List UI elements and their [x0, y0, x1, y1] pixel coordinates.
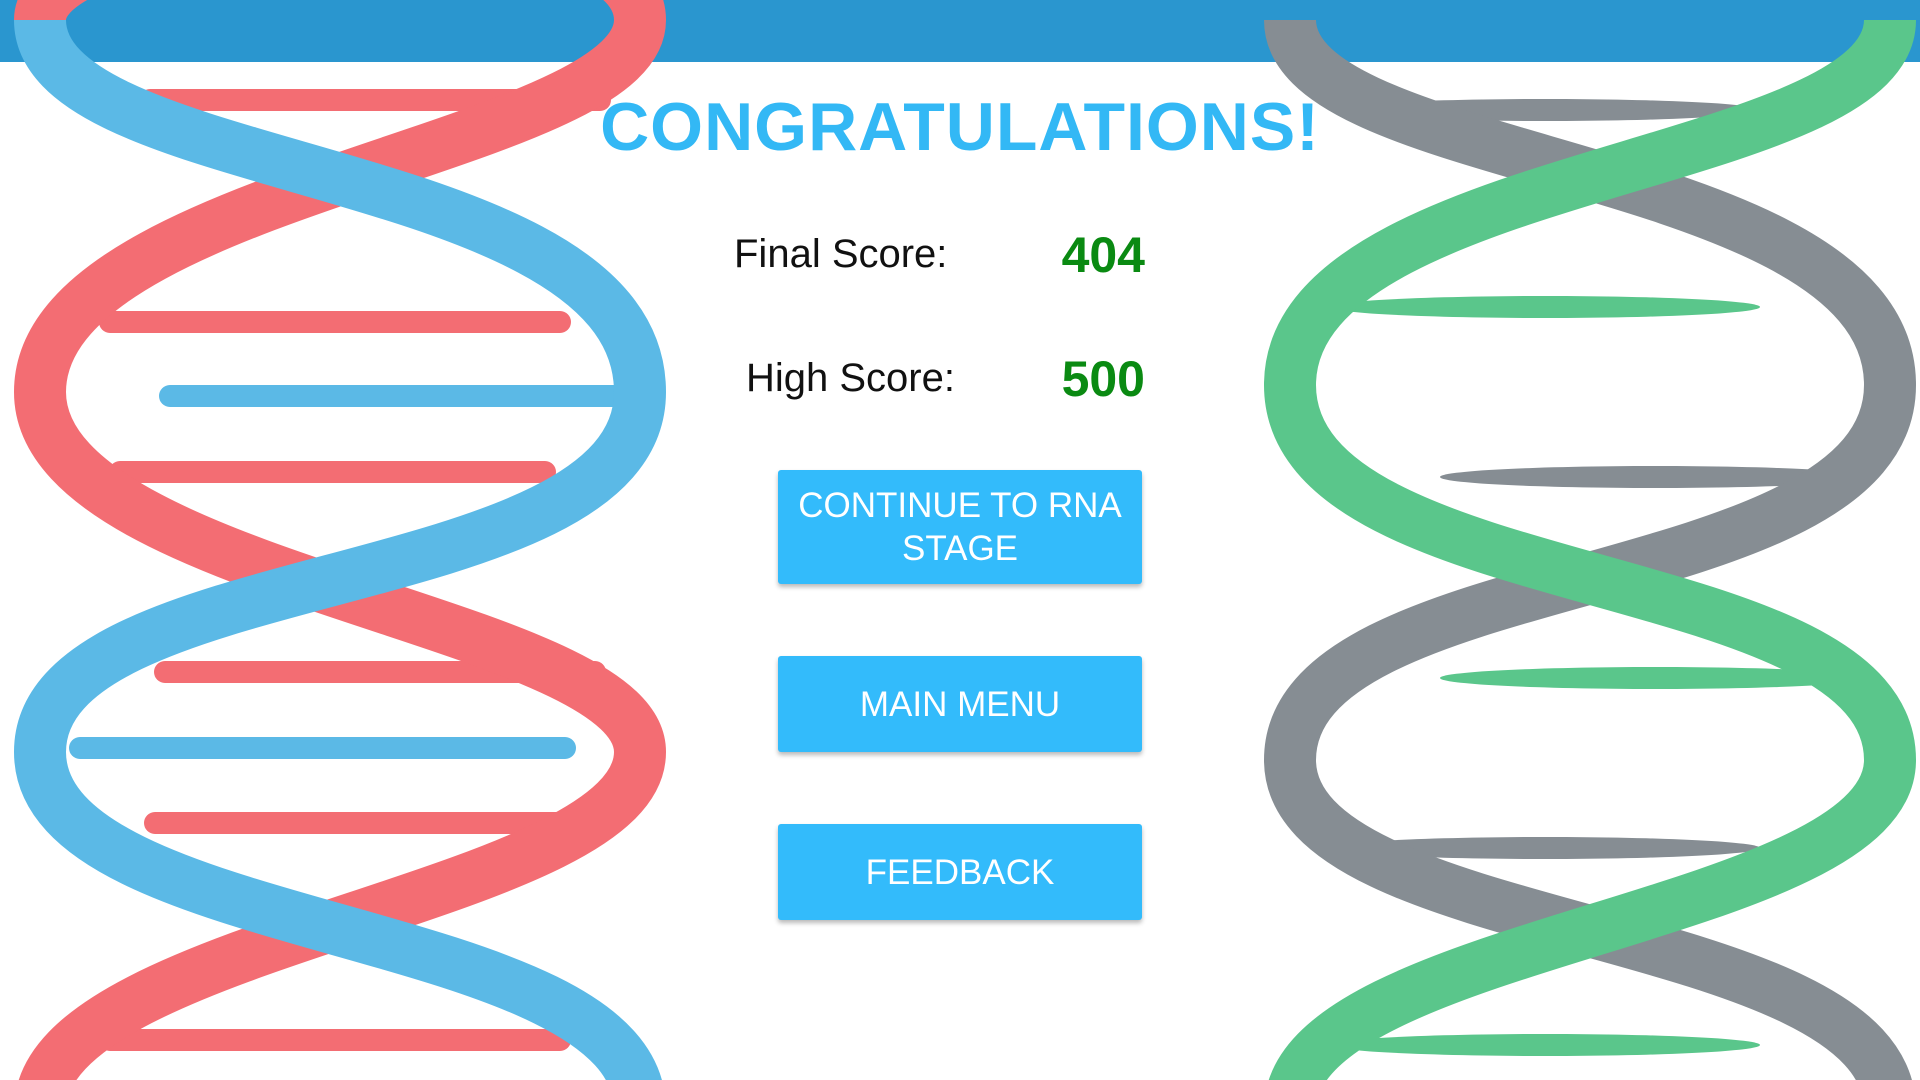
final-score-value: 404: [1061, 227, 1145, 283]
high-score-row: High Score: 500: [660, 344, 1260, 414]
final-score-label: Final Score:: [734, 232, 948, 276]
continue-to-rna-stage-button[interactable]: CONTINUE TO RNA STAGE: [778, 470, 1142, 584]
feedback-button[interactable]: FEEDBACK: [778, 824, 1142, 920]
high-score-value: 500: [1061, 351, 1145, 407]
high-score-label: High Score:: [746, 356, 955, 400]
congratulations-title: CONGRATULATIONS!: [600, 89, 1320, 165]
final-score-row: Final Score: 404: [660, 220, 1260, 290]
main-menu-button[interactable]: MAIN MENU: [778, 656, 1142, 752]
